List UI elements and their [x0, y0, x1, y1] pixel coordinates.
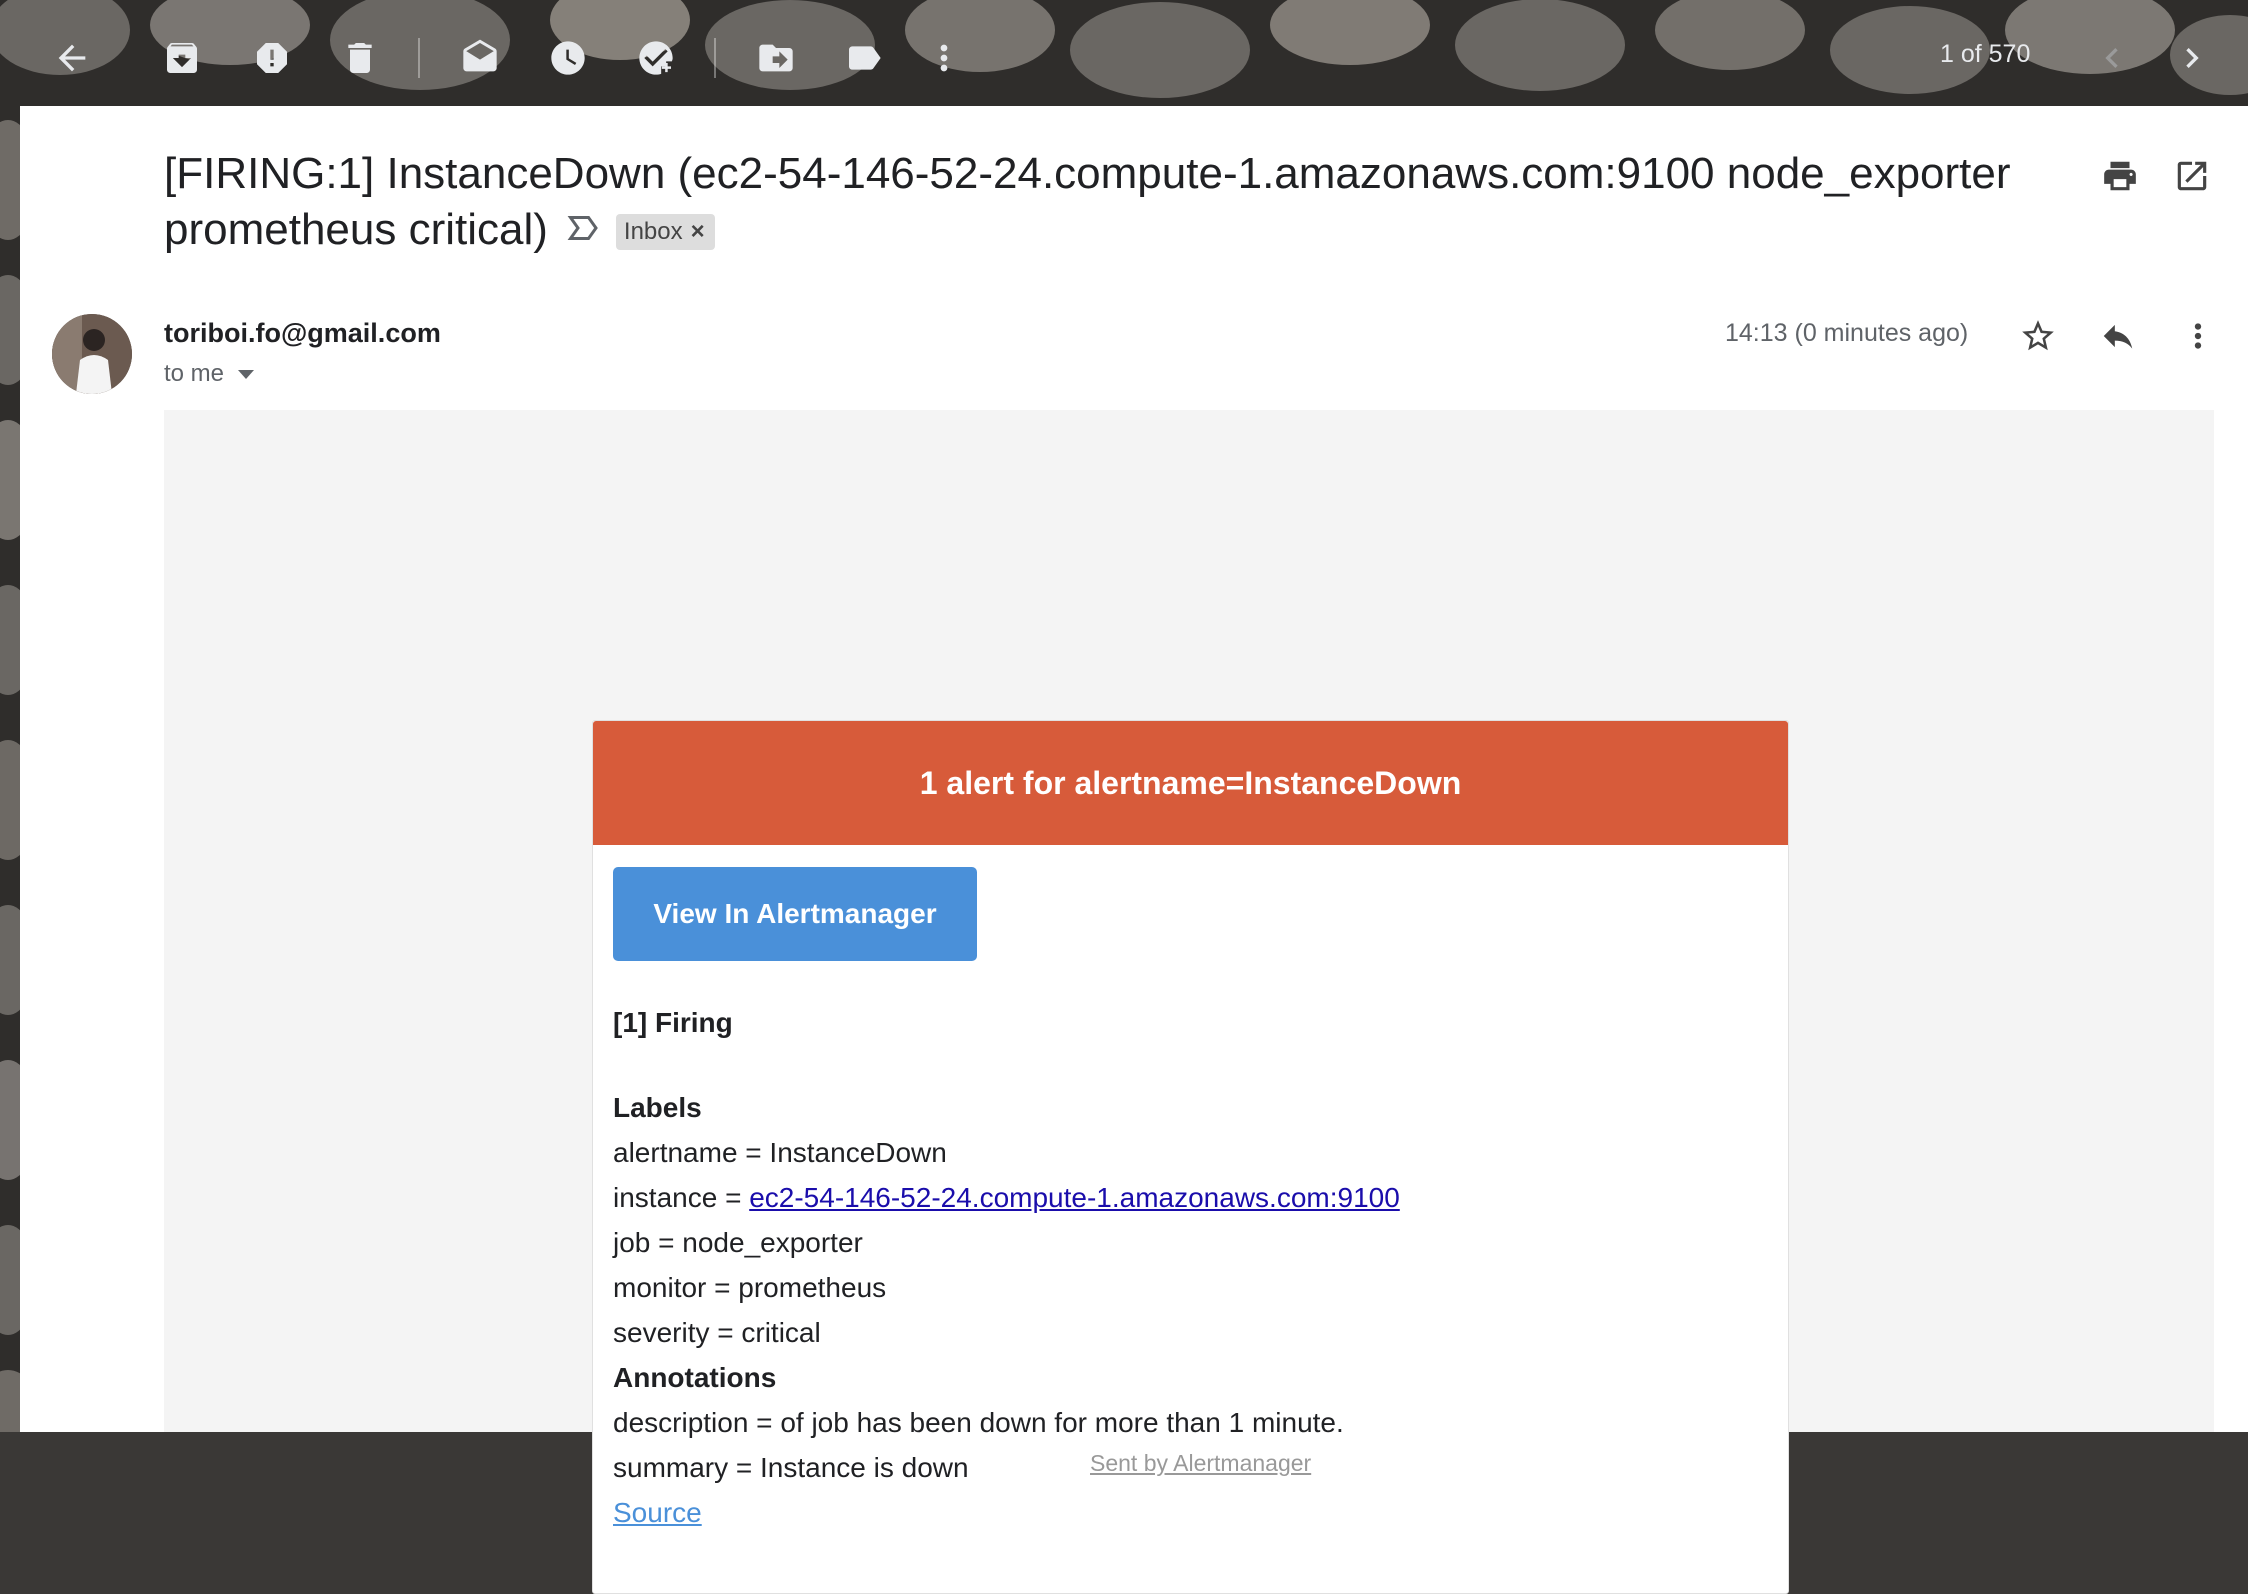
star-icon[interactable] — [2014, 312, 2062, 360]
reply-icon[interactable] — [2094, 312, 2142, 360]
older-chevron-right-icon[interactable] — [2162, 28, 2222, 88]
importance-marker-icon[interactable] — [566, 204, 602, 260]
open-in-new-window-icon[interactable] — [2168, 152, 2216, 200]
delete-icon[interactable] — [330, 28, 390, 88]
newer-chevron-left-icon[interactable] — [2082, 28, 2142, 88]
label-chip-text: Inbox — [623, 218, 683, 246]
recipient-details-toggle[interactable]: to me — [164, 360, 255, 388]
labels-heading: Labels — [613, 1092, 702, 1123]
message-subject: [FIRING:1] InstanceDown (ec2-54-146-52-2… — [164, 146, 2064, 260]
label-severity: severity = critical — [613, 1317, 821, 1348]
print-icon[interactable] — [2096, 152, 2144, 200]
inbox-label-chip: Inbox × — [615, 214, 715, 251]
instance-link[interactable]: ec2-54-146-52-24.compute-1.amazonaws.com… — [749, 1182, 1400, 1213]
subject-text: [FIRING:1] InstanceDown (ec2-54-146-52-2… — [164, 149, 2011, 254]
label-monitor: monitor = prometheus — [613, 1272, 887, 1303]
sender-avatar[interactable] — [52, 314, 132, 394]
firing-title: [1] Firing — [613, 1007, 733, 1038]
view-in-alertmanager-button[interactable]: View In Alertmanager — [613, 867, 977, 961]
alert-header: 1 alert for alertname=InstanceDown — [593, 721, 1788, 845]
message-time: 14:13 (0 minutes ago) — [1725, 319, 1969, 347]
toolbar-divider — [714, 38, 716, 78]
source-link[interactable]: Source — [613, 1497, 702, 1528]
message-more-icon[interactable] — [2174, 312, 2222, 360]
toolbar-divider — [418, 38, 420, 78]
pager-count: 1 of 570 — [1940, 40, 2031, 68]
snooze-icon[interactable] — [538, 28, 598, 88]
message-panel: [FIRING:1] InstanceDown (ec2-54-146-52-2… — [20, 106, 2248, 1594]
label-job: job = node_exporter — [613, 1227, 863, 1258]
add-task-icon[interactable] — [626, 28, 686, 88]
report-spam-icon[interactable] — [242, 28, 302, 88]
label-instance: instance = ec2-54-146-52-24.compute-1.am… — [613, 1175, 1400, 1220]
mark-unread-icon[interactable] — [450, 28, 510, 88]
archive-icon[interactable] — [152, 28, 212, 88]
caret-down-icon — [238, 370, 255, 380]
move-to-icon[interactable] — [746, 28, 806, 88]
label-alertname: alertname = InstanceDown — [613, 1137, 947, 1168]
email-body: 1 alert for alertname=InstanceDown View … — [164, 410, 2214, 1594]
recipient-text: to me — [164, 360, 225, 387]
remove-label-icon[interactable]: × — [691, 218, 705, 245]
label-icon[interactable] — [834, 28, 894, 88]
more-vert-icon[interactable] — [914, 28, 974, 88]
back-arrow-icon[interactable] — [42, 28, 102, 88]
sender-address[interactable]: toriboi.fo@gmail.com — [164, 318, 441, 349]
annotations-heading: Annotations — [613, 1362, 777, 1393]
message-toolbar: 1 of 570 — [0, 0, 2248, 106]
annotation-description: description = of job has been down for m… — [613, 1407, 1344, 1438]
label-instance-prefix: instance = — [613, 1182, 750, 1213]
sent-by-alertmanager-link[interactable]: Sent by Alertmanager — [1090, 1450, 1311, 1477]
